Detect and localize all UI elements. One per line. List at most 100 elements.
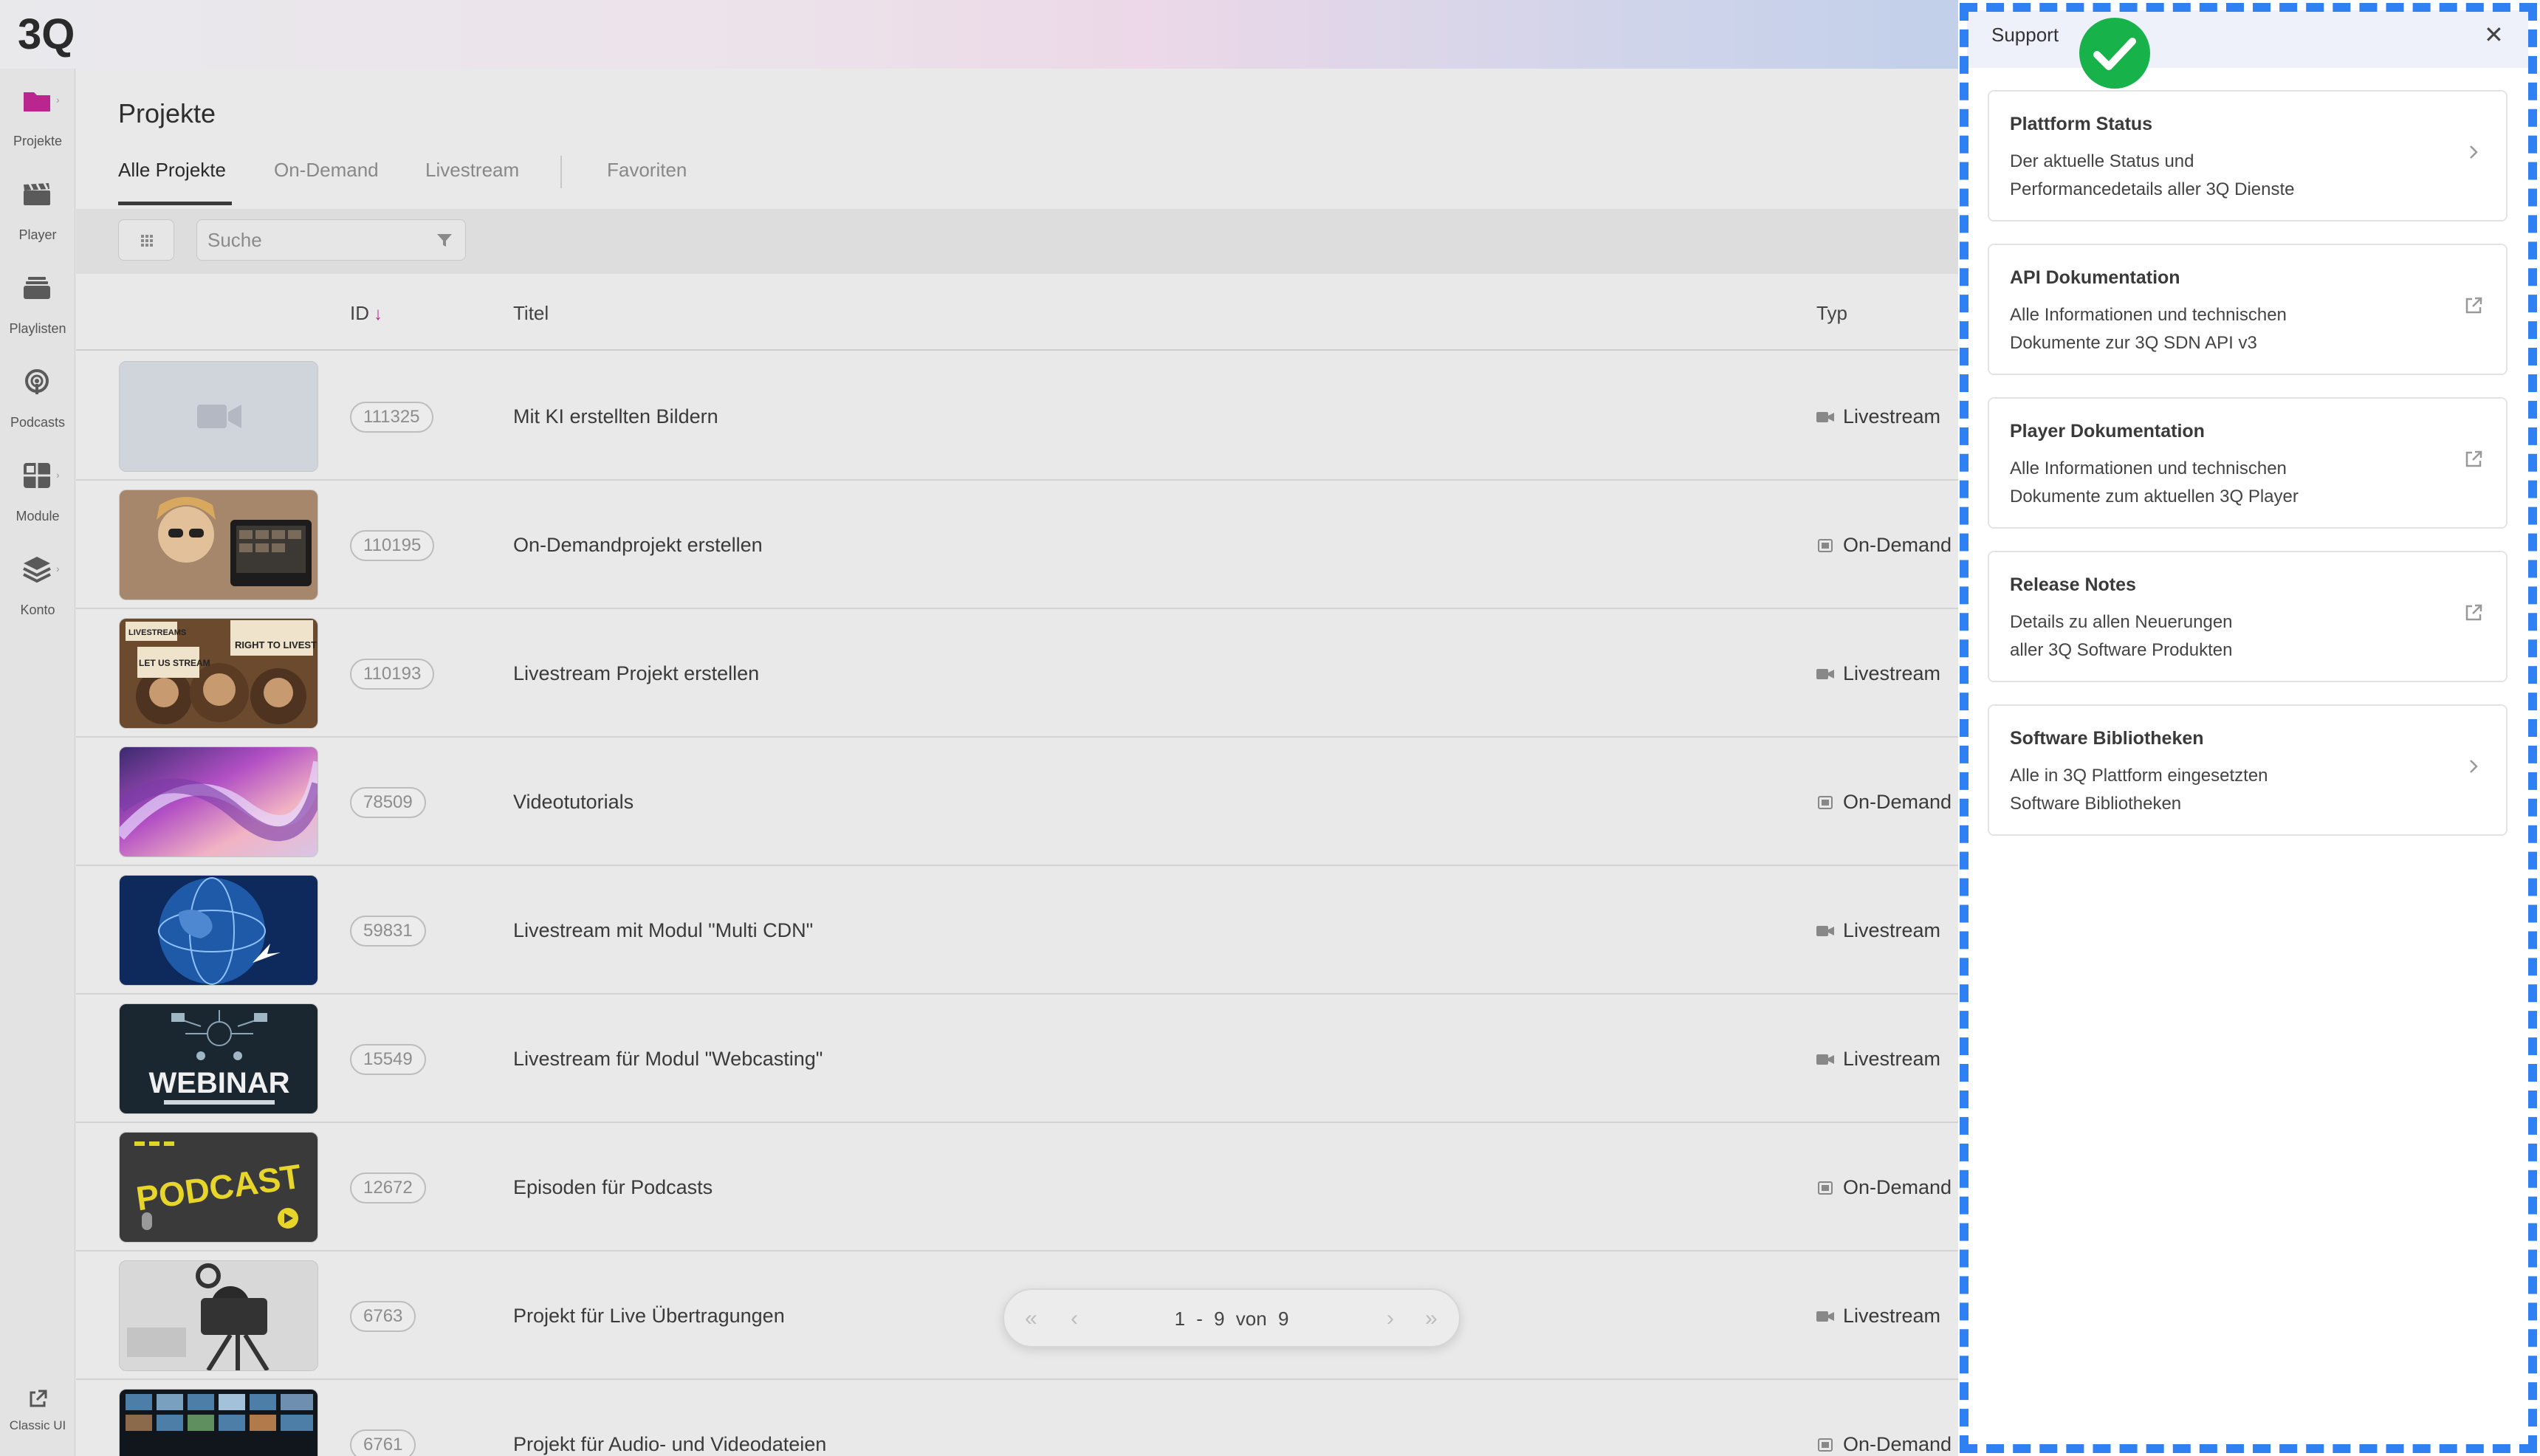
card-description: Der aktuelle Status und Performancedetail… [2010, 148, 2423, 204]
thumbnail-image [119, 1389, 318, 1456]
card-title: Software Bibliotheken [2010, 728, 2204, 749]
table-row[interactable]: 110195 On-Demandprojekt erstellen On-Dem… [76, 481, 1959, 609]
logo-3q[interactable]: 3Q [16, 10, 97, 58]
row-title[interactable]: Mit KI erstellten Bildern [513, 405, 718, 428]
column-header-type[interactable]: Typ [1816, 302, 1847, 325]
chevron-right-icon: › [56, 469, 60, 481]
film-icon [1818, 1438, 1833, 1452]
card-description-line: Software Bibliotheken [2010, 794, 2182, 814]
row-type-label: Livestream [1843, 662, 1941, 684]
film-icon [1818, 539, 1833, 552]
id-badge: 111325 [350, 402, 433, 433]
support-card-release-notes[interactable]: Release Notes Details zu allen Neuerunge… [1988, 551, 2508, 682]
sidebar-item-podcasts[interactable]: Podcasts [0, 350, 75, 439]
table-row[interactable]: 59831 Livestream mit Modul "Multi CDN" L… [76, 866, 1959, 995]
id-badge: 6763 [350, 1301, 416, 1332]
column-header-id[interactable]: ID ↓ [350, 302, 382, 325]
abstract-image [120, 747, 318, 856]
row-type: Livestream [1816, 919, 1940, 942]
row-title[interactable]: Livestream mit Modul "Multi CDN" [513, 919, 813, 942]
row-type-label: On-Demand [1843, 791, 1952, 813]
card-description-line: Dokumente zum aktuellen 3Q Player [2010, 487, 2299, 506]
support-card-plattform-status[interactable]: Plattform Status Der aktuelle Status und… [1988, 90, 2508, 222]
card-description-line: Performancedetails aller 3Q Dienste [2010, 179, 2295, 199]
row-type: Livestream [1816, 1305, 1940, 1328]
support-card-api-dokumentation[interactable]: API Dokumentation Alle Informationen und… [1988, 244, 2508, 375]
film-icon [1818, 796, 1833, 809]
table-row[interactable]: LIVESTREAMS RIGHT TO LIVESTREAM LET US S… [76, 609, 1959, 738]
row-title[interactable]: Livestream für Modul "Webcasting" [513, 1048, 823, 1071]
row-type: On-Demand [1816, 791, 1952, 814]
external-link-icon [2465, 450, 2482, 467]
row-type-label: Livestream [1843, 405, 1941, 427]
thumbnail-image [119, 746, 318, 857]
sidebar-item-konto[interactable]: › Konto [0, 538, 75, 626]
external-link-icon [2465, 297, 2482, 314]
tab-on-demand[interactable]: On-Demand [274, 159, 379, 182]
support-card-player-dokumentation[interactable]: Player Dokumentation Alle Informationen … [1988, 397, 2508, 529]
table-row[interactable]: 6761 Projekt für Audio- und Videodateien… [76, 1380, 1959, 1456]
row-title[interactable]: On-Demandprojekt erstellen [513, 534, 763, 557]
folder-icon [24, 92, 50, 111]
tab-livestream[interactable]: Livestream [425, 159, 519, 182]
row-type-label: On-Demand [1843, 1433, 1952, 1455]
card-description: Alle Informationen und technischen Dokume… [2010, 301, 2423, 357]
column-header-label: ID [350, 302, 369, 324]
support-card-software-bibliotheken[interactable]: Software Bibliotheken Alle in 3Q Plattfo… [1988, 704, 2508, 836]
table-row[interactable]: 78509 Videotutorials On-Demand [76, 738, 1959, 866]
next-page-icon[interactable]: › [1387, 1306, 1394, 1331]
film-icon [1818, 1181, 1833, 1195]
svg-text:WEBINAR: WEBINAR [148, 1067, 289, 1099]
id-badge: 110193 [350, 659, 435, 690]
tab-alle-projekte[interactable]: Alle Projekte [118, 159, 226, 182]
column-header-title[interactable]: Titel [513, 302, 549, 325]
filter-icon[interactable] [436, 232, 453, 250]
row-title[interactable]: Projekt für Live Übertragungen [513, 1305, 785, 1328]
woman-laptop-image [120, 490, 318, 600]
close-icon[interactable]: ✕ [2484, 21, 2504, 49]
check-circle-icon [2079, 18, 2150, 89]
svg-text:LIVESTREAMS: LIVESTREAMS [128, 628, 186, 637]
sidebar-item-player[interactable]: Player [0, 162, 75, 251]
svg-text:LET US STREAM: LET US STREAM [139, 658, 210, 668]
row-title[interactable]: Projekt für Audio- und Videodateien [513, 1433, 826, 1456]
sidebar-item-projekte[interactable]: › Projekte [0, 69, 75, 157]
sidebar-item-label: Podcasts [10, 415, 66, 430]
support-panel-title: Support [1991, 24, 2059, 46]
search-input[interactable] [207, 227, 422, 253]
row-type: On-Demand [1816, 1433, 1952, 1456]
toolbar [76, 209, 1959, 274]
layers-icon [23, 557, 51, 583]
grid-view-button[interactable] [118, 219, 174, 261]
sidebar-item-module[interactable]: › Module [0, 444, 75, 532]
row-type: On-Demand [1816, 534, 1952, 557]
external-link-icon [2465, 604, 2482, 621]
video-camera-icon [1816, 669, 1834, 679]
thumbnail-image [119, 875, 318, 986]
row-title[interactable]: Videotutorials [513, 791, 634, 814]
last-page-icon[interactable]: » [1425, 1306, 1438, 1331]
external-link-icon [30, 1390, 47, 1407]
podcast-icon [25, 369, 49, 394]
classic-ui-link[interactable]: Classic UI [0, 1388, 75, 1433]
stack-icon [24, 277, 50, 299]
card-title: Release Notes [2010, 574, 2136, 595]
video-camera-icon [197, 405, 241, 428]
sidebar: › Projekte Player Playlisten Podcasts › … [0, 69, 75, 1456]
table-row[interactable]: PODCAST 12672 Episoden für Podcasts On-D… [76, 1123, 1959, 1251]
sidebar-item-playlisten[interactable]: Playlisten [0, 256, 75, 345]
grid-dots-icon [141, 235, 153, 247]
sidebar-item-label: Player [18, 227, 57, 242]
sidebar-item-label: Playlisten [9, 321, 66, 336]
sidebar-item-label: Projekte [13, 134, 63, 148]
row-title[interactable]: Episoden für Podcasts [513, 1176, 713, 1199]
thumbnail-image: LIVESTREAMS RIGHT TO LIVESTREAM LET US S… [119, 618, 318, 729]
table-row[interactable]: 111325 Mit KI erstellten Bildern Livestr… [76, 352, 1959, 481]
table-row[interactable]: WEBINAR 15549 Livestream für Modul "Webc… [76, 995, 1959, 1123]
tab-favoriten[interactable]: Favoriten [607, 159, 687, 182]
card-description-line: Details zu allen Neuerungen [2010, 612, 2233, 632]
search-box [196, 219, 466, 261]
thumbnail-image: PODCAST [119, 1132, 318, 1243]
row-title[interactable]: Livestream Projekt erstellen [513, 662, 759, 685]
page-title: Projekte [118, 98, 216, 128]
